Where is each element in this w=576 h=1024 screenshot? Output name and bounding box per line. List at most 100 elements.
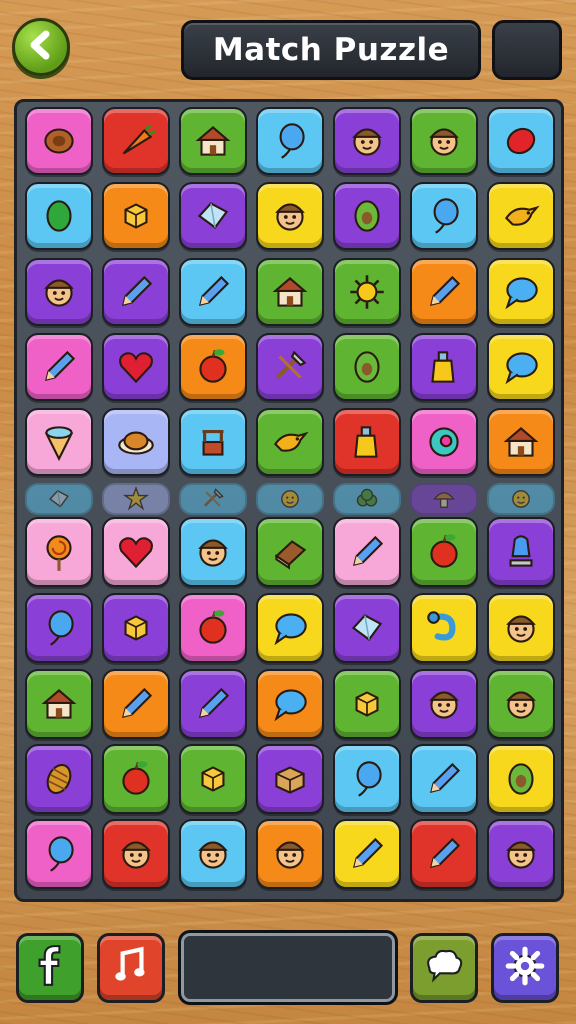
tile-r1-c7[interactable] — [487, 107, 555, 175]
tile-r8-c2[interactable] — [102, 593, 170, 663]
tile-r2-c3[interactable] — [179, 182, 247, 250]
tile-r5-c3[interactable] — [179, 408, 247, 476]
balloon-icon — [344, 756, 390, 802]
pencil-icon — [344, 831, 390, 877]
tile-r4-c4[interactable] — [256, 333, 324, 401]
pencil-icon — [190, 681, 236, 727]
chat-button[interactable] — [410, 933, 478, 1003]
settings-button[interactable] — [491, 933, 559, 1003]
tile-r6-c3 — [179, 483, 247, 515]
box-icon — [267, 756, 313, 802]
carrot-icon — [113, 118, 159, 164]
tile-r5-c7[interactable] — [487, 408, 555, 476]
tile-r8-c3[interactable] — [179, 593, 247, 663]
face-icon — [267, 831, 313, 877]
pencil-icon — [36, 344, 82, 390]
tile-r3-c4[interactable] — [256, 258, 324, 326]
tile-r5-c1[interactable] — [25, 408, 93, 476]
music-button[interactable] — [97, 933, 165, 1003]
tile-r3-c5[interactable] — [333, 258, 401, 326]
pencil-icon — [421, 269, 467, 315]
tile-r11-c4[interactable] — [256, 819, 324, 889]
tile-r11-c7[interactable] — [487, 819, 555, 889]
tile-r2-c1[interactable] — [25, 182, 93, 250]
tile-r10-c7[interactable] — [487, 744, 555, 814]
tile-r10-c4[interactable] — [256, 744, 324, 814]
tile-r7-c5[interactable] — [333, 517, 401, 587]
tile-r8-c7[interactable] — [487, 593, 555, 663]
tile-r8-c4[interactable] — [256, 593, 324, 663]
tile-r5-c5[interactable] — [333, 408, 401, 476]
tile-r2-c4[interactable] — [256, 182, 324, 250]
face-icon — [267, 193, 313, 239]
tile-r2-c5[interactable] — [333, 182, 401, 250]
tile-r10-c1[interactable] — [25, 744, 93, 814]
tile-r1-c4[interactable] — [256, 107, 324, 175]
tile-r1-c2[interactable] — [102, 107, 170, 175]
tile-r10-c5[interactable] — [333, 744, 401, 814]
tile-r4-c3[interactable] — [179, 333, 247, 401]
tile-r9-c2[interactable] — [102, 669, 170, 739]
tile-r9-c7[interactable] — [487, 669, 555, 739]
berry-icon — [498, 118, 544, 164]
tile-r1-c5[interactable] — [333, 107, 401, 175]
balloon-icon — [36, 605, 82, 651]
tile-r11-c2[interactable] — [102, 819, 170, 889]
tile-r1-c3[interactable] — [179, 107, 247, 175]
star-icon — [121, 484, 151, 514]
bird-icon — [498, 193, 544, 239]
tile-r9-c3[interactable] — [179, 669, 247, 739]
tile-r4-c7[interactable] — [487, 333, 555, 401]
apple-icon — [113, 756, 159, 802]
speech-bubble-icon — [498, 344, 544, 390]
tile-r9-c1[interactable] — [25, 669, 93, 739]
tile-r3-c1[interactable] — [25, 258, 93, 326]
tile-r4-c1[interactable] — [25, 333, 93, 401]
tile-r5-c4[interactable] — [256, 408, 324, 476]
face-icon — [498, 831, 544, 877]
tile-r10-c6[interactable] — [410, 744, 478, 814]
donut-icon — [421, 419, 467, 465]
tile-r11-c6[interactable] — [410, 819, 478, 889]
tile-r9-c5[interactable] — [333, 669, 401, 739]
tile-r11-c3[interactable] — [179, 819, 247, 889]
tile-r11-c1[interactable] — [25, 819, 93, 889]
tile-r3-c7[interactable] — [487, 258, 555, 326]
tile-r11-c5[interactable] — [333, 819, 401, 889]
tile-r1-c6[interactable] — [410, 107, 478, 175]
bottle-icon — [421, 344, 467, 390]
tile-r7-c1[interactable] — [25, 517, 93, 587]
house-icon — [190, 118, 236, 164]
tile-r3-c2[interactable] — [102, 258, 170, 326]
tile-r6-c7 — [487, 483, 555, 515]
tile-r7-c7[interactable] — [487, 517, 555, 587]
face-icon — [190, 529, 236, 575]
pinecone-icon — [36, 756, 82, 802]
tile-r4-c6[interactable] — [410, 333, 478, 401]
tile-r7-c6[interactable] — [410, 517, 478, 587]
tile-r1-c1[interactable] — [25, 107, 93, 175]
tile-r2-c2[interactable] — [102, 182, 170, 250]
tile-r4-c2[interactable] — [102, 333, 170, 401]
tile-r2-c7[interactable] — [487, 182, 555, 250]
tile-r9-c6[interactable] — [410, 669, 478, 739]
tools-icon — [267, 344, 313, 390]
tile-r3-c6[interactable] — [410, 258, 478, 326]
facebook-button[interactable] — [16, 933, 84, 1003]
tile-r9-c4[interactable] — [256, 669, 324, 739]
tile-r7-c4[interactable] — [256, 517, 324, 587]
tile-r8-c5[interactable] — [333, 593, 401, 663]
speech-bubble-icon — [267, 681, 313, 727]
tile-r8-c6[interactable] — [410, 593, 478, 663]
tile-r5-c6[interactable] — [410, 408, 478, 476]
tile-r7-c3[interactable] — [179, 517, 247, 587]
tile-r5-c2[interactable] — [102, 408, 170, 476]
tile-r2-c6[interactable] — [410, 182, 478, 250]
tile-r10-c3[interactable] — [179, 744, 247, 814]
tile-r10-c2[interactable] — [102, 744, 170, 814]
tile-r3-c3[interactable] — [179, 258, 247, 326]
tile-r8-c1[interactable] — [25, 593, 93, 663]
tile-r4-c5[interactable] — [333, 333, 401, 401]
back-button[interactable] — [12, 18, 70, 76]
tile-r7-c2[interactable] — [102, 517, 170, 587]
